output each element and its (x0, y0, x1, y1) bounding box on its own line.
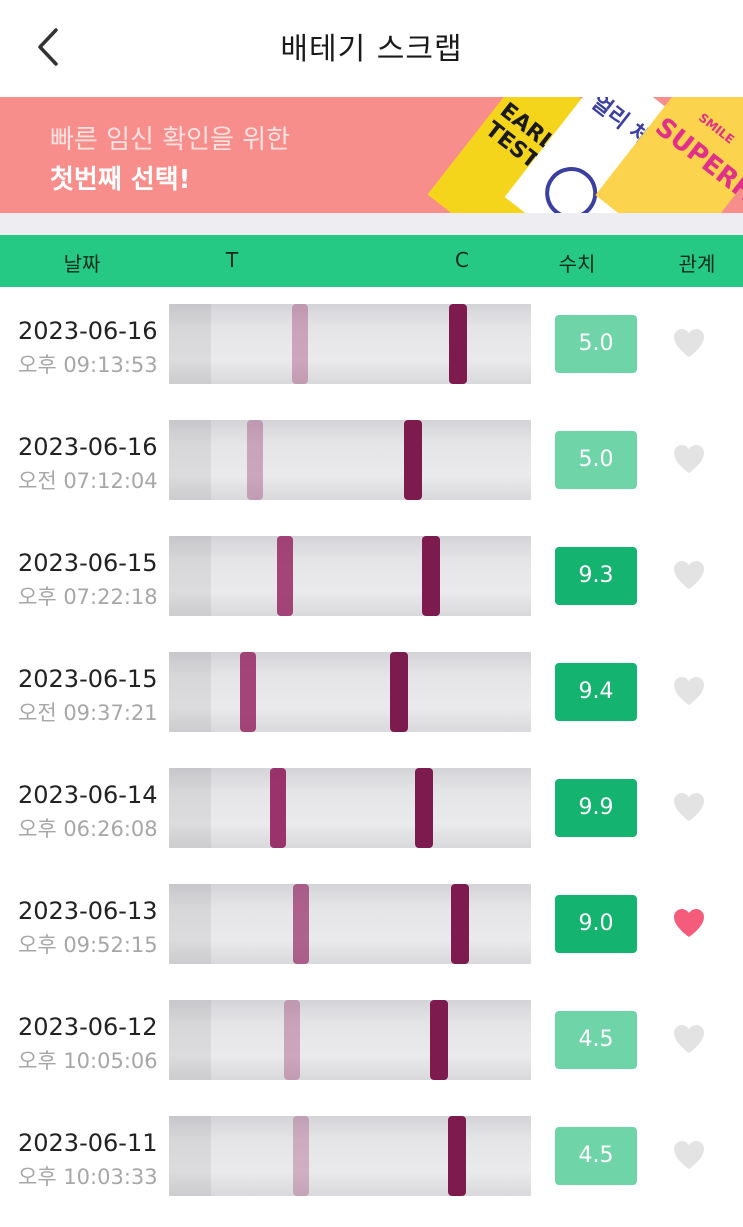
heart-icon (674, 677, 704, 705)
test-strip-image[interactable] (169, 768, 531, 848)
column-date: 날짜 (63, 252, 101, 276)
row-time: 오전 07:12:04 (18, 469, 158, 493)
column-t: T (225, 248, 239, 272)
test-line (277, 536, 293, 616)
test-strip-image[interactable] (169, 304, 531, 384)
value-badge[interactable]: 9.4 (555, 663, 637, 721)
heart-button[interactable] (672, 1139, 706, 1171)
list-item[interactable]: 2023-06-16 오후 09:13:53 5.0 (0, 287, 743, 403)
page-title: 배테기 스크랩 (280, 32, 463, 67)
control-line (448, 1116, 466, 1196)
row-date: 2023-06-11 (18, 1129, 158, 1157)
test-strip-image[interactable] (169, 420, 531, 500)
test-strip-image[interactable] (169, 652, 531, 732)
strip-shade (169, 652, 211, 732)
scrap-list: 2023-06-16 오후 09:13:53 5.0 2023-06-16 오전… (0, 287, 743, 1215)
row-time: 오후 09:13:53 (18, 353, 158, 377)
control-line (430, 1000, 448, 1080)
heart-button[interactable] (672, 675, 706, 707)
table-header: 날짜 T C 수치 관계 (0, 235, 743, 287)
row-date: 2023-06-16 (18, 317, 158, 345)
row-time: 오전 09:37:21 (18, 701, 158, 725)
value-badge[interactable]: 9.0 (555, 895, 637, 953)
column-relation: 관계 (678, 252, 716, 276)
heart-icon (674, 793, 704, 821)
strip-shade (169, 1116, 211, 1196)
strip-shade (169, 884, 211, 964)
row-time: 오후 10:05:06 (18, 1049, 158, 1073)
heart-icon (674, 561, 704, 589)
test-line (270, 768, 286, 848)
column-value: 수치 (558, 252, 596, 276)
strip-shade (169, 536, 211, 616)
row-date: 2023-06-16 (18, 433, 158, 461)
list-item[interactable]: 2023-06-11 오후 10:03:33 4.5 (0, 1099, 743, 1215)
list-item[interactable]: 2023-06-12 오후 10:05:06 4.5 (0, 983, 743, 1099)
list-item[interactable]: 2023-06-15 오전 09:37:21 9.4 (0, 635, 743, 751)
control-line (449, 304, 467, 384)
column-c: C (455, 248, 469, 272)
value-badge[interactable]: 9.9 (555, 779, 637, 837)
top-bar: 배테기 스크랩 (0, 0, 743, 96)
row-time: 오후 10:03:33 (18, 1165, 158, 1189)
row-time: 오후 09:52:15 (18, 933, 158, 957)
package-3-label: SUPERFA (649, 112, 743, 213)
control-line (422, 536, 440, 616)
heart-button[interactable] (672, 1023, 706, 1055)
test-strip-image[interactable] (169, 1000, 531, 1080)
heart-icon (674, 1141, 704, 1169)
strip-shade (169, 420, 211, 500)
heart-button[interactable] (672, 443, 706, 475)
heart-icon (674, 445, 704, 473)
promo-banner[interactable]: 빠른 임신 확인을 위한 첫번째 선택! EARLY TESTER 얼리 체크 … (0, 97, 743, 213)
row-date: 2023-06-15 (18, 549, 158, 577)
test-line (292, 304, 308, 384)
list-item[interactable]: 2023-06-13 오후 09:52:15 9.0 (0, 867, 743, 983)
banner-line-1: 빠른 임신 확인을 위한 (50, 125, 291, 155)
row-date: 2023-06-13 (18, 897, 158, 925)
value-badge[interactable]: 4.5 (555, 1127, 637, 1185)
row-date: 2023-06-12 (18, 1013, 158, 1041)
row-date: 2023-06-15 (18, 665, 158, 693)
heart-button[interactable] (672, 791, 706, 823)
test-line (293, 1116, 309, 1196)
control-line (451, 884, 469, 964)
value-badge[interactable]: 5.0 (555, 431, 637, 489)
strip-shade (169, 304, 211, 384)
control-line (404, 420, 422, 500)
heart-icon (674, 329, 704, 357)
heart-button[interactable] (672, 559, 706, 591)
test-strip-image[interactable] (169, 884, 531, 964)
test-line (293, 884, 309, 964)
control-line (415, 768, 433, 848)
test-strip-image[interactable] (169, 1116, 531, 1196)
heart-button[interactable] (672, 327, 706, 359)
heart-icon (674, 909, 704, 937)
banner-line-2: 첫번째 선택! (50, 165, 191, 195)
strip-shade (169, 1000, 211, 1080)
row-time: 오후 06:26:08 (18, 817, 158, 841)
value-badge[interactable]: 9.3 (555, 547, 637, 605)
test-strip-image[interactable] (169, 536, 531, 616)
test-line (284, 1000, 300, 1080)
value-badge[interactable]: 4.5 (555, 1011, 637, 1069)
control-line (390, 652, 408, 732)
test-line (240, 652, 256, 732)
clock-icon (534, 156, 608, 213)
test-line (247, 420, 263, 500)
list-item[interactable]: 2023-06-16 오전 07:12:04 5.0 (0, 403, 743, 519)
value-badge[interactable]: 5.0 (555, 315, 637, 373)
heart-icon (674, 1025, 704, 1053)
list-item[interactable]: 2023-06-15 오후 07:22:18 9.3 (0, 519, 743, 635)
strip-shade (169, 768, 211, 848)
row-time: 오후 07:22:18 (18, 585, 158, 609)
heart-button[interactable] (672, 907, 706, 939)
section-divider (0, 213, 743, 235)
row-date: 2023-06-14 (18, 781, 158, 809)
list-item[interactable]: 2023-06-14 오후 06:26:08 9.9 (0, 751, 743, 867)
